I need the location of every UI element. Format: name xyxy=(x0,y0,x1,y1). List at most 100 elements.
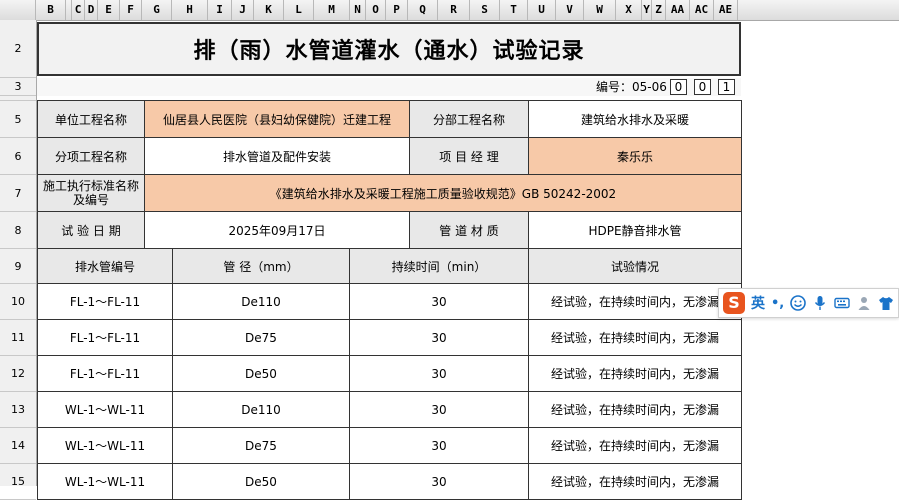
keyboard-icon[interactable] xyxy=(834,295,850,311)
column-header[interactable]: O xyxy=(366,0,386,20)
header-duration[interactable]: 持续时间（min） xyxy=(349,248,529,284)
diameter-cell[interactable]: De110 xyxy=(172,391,350,428)
column-header[interactable]: AA xyxy=(666,0,690,20)
header-pipe-no[interactable]: 排水管编号 xyxy=(37,248,173,284)
diameter-cell[interactable]: De50 xyxy=(172,463,350,500)
sub-project-value[interactable]: 建筑给水排水及采暖 xyxy=(528,100,742,138)
column-header[interactable]: L xyxy=(284,0,314,20)
material-value[interactable]: HDPE静音排水管 xyxy=(528,211,742,249)
item-project-value[interactable]: 排水管道及配件安装 xyxy=(144,137,410,175)
duration-cell[interactable]: 30 xyxy=(349,463,529,500)
row-header[interactable]: 13 xyxy=(0,392,36,428)
column-header[interactable]: B xyxy=(36,0,66,20)
column-header[interactable]: U xyxy=(528,0,556,20)
result-cell[interactable]: 经试验，在持续时间内，无渗漏 xyxy=(528,355,742,392)
column-header[interactable]: K xyxy=(254,0,284,20)
column-header[interactable]: P xyxy=(386,0,408,20)
manager-value[interactable]: 秦乐乐 xyxy=(528,137,742,175)
column-header[interactable]: I xyxy=(208,0,232,20)
manager-label[interactable]: 项 目 经 理 xyxy=(409,137,529,175)
row-header[interactable]: 12 xyxy=(0,356,36,392)
select-all-corner[interactable] xyxy=(0,0,36,20)
column-header[interactable]: V xyxy=(556,0,584,20)
duration-cell[interactable]: 30 xyxy=(349,355,529,392)
unit-project-label[interactable]: 单位工程名称 xyxy=(37,100,145,138)
row-header[interactable]: 3 xyxy=(0,78,36,96)
header-result[interactable]: 试验情况 xyxy=(528,248,742,284)
material-label[interactable]: 管 道 材 质 xyxy=(409,211,529,249)
column-header[interactable]: N xyxy=(350,0,366,20)
diameter-cell[interactable]: De50 xyxy=(172,355,350,392)
diameter-cell[interactable]: De110 xyxy=(172,283,350,320)
row-header[interactable]: 6 xyxy=(0,138,36,175)
result-cell[interactable]: 经试验，在持续时间内，无渗漏 xyxy=(528,427,742,464)
microphone-icon[interactable] xyxy=(812,295,828,311)
standard-value[interactable]: 《建筑给水排水及采暖工程施工质量验收规范》GB 50242-2002 xyxy=(144,174,742,212)
column-header[interactable]: Z xyxy=(652,0,666,20)
column-header[interactable]: Q xyxy=(408,0,438,20)
row-header[interactable]: 8 xyxy=(0,212,36,249)
header-diameter[interactable]: 管 径（mm） xyxy=(172,248,350,284)
pipe-no-cell[interactable]: WL-1～WL-11 xyxy=(37,391,173,428)
column-header[interactable]: T xyxy=(500,0,528,20)
item-project-label[interactable]: 分项工程名称 xyxy=(37,137,145,175)
date-value[interactable]: 2025年09月17日 xyxy=(144,211,410,249)
doc-number-digit[interactable]: 0 xyxy=(694,79,711,95)
column-header[interactable]: AE xyxy=(714,0,738,20)
pipe-no-cell[interactable]: FL-1～FL-11 xyxy=(37,283,173,320)
row-header[interactable]: 9 xyxy=(0,249,36,284)
row-header[interactable]: 14 xyxy=(0,428,36,464)
diameter-cell[interactable]: De75 xyxy=(172,427,350,464)
diameter-cell[interactable]: De75 xyxy=(172,319,350,356)
column-header[interactable]: M xyxy=(314,0,350,20)
row-header[interactable]: 2 xyxy=(0,20,36,78)
sub-project-label[interactable]: 分部工程名称 xyxy=(409,100,529,138)
user-icon[interactable] xyxy=(856,295,872,311)
unit-project-value[interactable]: 仙居县人民医院（县妇幼保健院）迁建工程 xyxy=(144,100,410,138)
duration-cell[interactable]: 30 xyxy=(349,391,529,428)
table-row: WL-1～WL-11 De75 30 经试验，在持续时间内，无渗漏 xyxy=(37,427,742,464)
emoji-icon[interactable] xyxy=(790,295,807,311)
column-header[interactable]: G xyxy=(142,0,172,20)
duration-cell[interactable]: 30 xyxy=(349,427,529,464)
row-header[interactable]: 15 xyxy=(0,464,36,500)
sogou-logo-icon[interactable]: S xyxy=(723,292,745,314)
row-header[interactable]: 11 xyxy=(0,320,36,356)
ime-punctuation-toggle[interactable]: •, xyxy=(771,296,784,311)
result-cell[interactable]: 经试验，在持续时间内，无渗漏 xyxy=(528,463,742,500)
column-header[interactable]: S xyxy=(470,0,500,20)
column-header[interactable]: J xyxy=(232,0,254,20)
skin-shirt-icon[interactable] xyxy=(878,295,894,311)
column-header[interactable]: F xyxy=(120,0,142,20)
column-header[interactable]: H xyxy=(172,0,208,20)
column-header[interactable]: D xyxy=(85,0,98,20)
column-header[interactable]: Y xyxy=(642,0,652,20)
duration-cell[interactable]: 30 xyxy=(349,319,529,356)
row-header[interactable]: 10 xyxy=(0,284,36,320)
doc-number-digit[interactable]: 1 xyxy=(718,79,735,95)
result-cell[interactable]: 经试验，在持续时间内，无渗漏 xyxy=(528,283,742,320)
standard-label[interactable]: 施工执行标准名称及编号 xyxy=(37,174,145,212)
column-header[interactable]: W xyxy=(584,0,616,20)
column-header[interactable]: R xyxy=(438,0,470,20)
doc-number-digit[interactable]: 0 xyxy=(670,79,687,95)
date-label[interactable]: 试 验 日 期 xyxy=(37,211,145,249)
table-row: WL-1～WL-11 De50 30 经试验，在持续时间内，无渗漏 xyxy=(37,463,742,500)
column-header[interactable]: AC xyxy=(690,0,714,20)
pipe-no-cell[interactable]: WL-1～WL-11 xyxy=(37,427,173,464)
column-header[interactable]: E xyxy=(98,0,120,20)
result-cell[interactable]: 经试验，在持续时间内，无渗漏 xyxy=(528,391,742,428)
ime-language-toggle[interactable]: 英 xyxy=(751,293,765,313)
row-header[interactable]: 7 xyxy=(0,175,36,212)
page-title[interactable]: 排（雨）水管道灌水（通水）试验记录 xyxy=(37,22,741,76)
ime-toolbar[interactable]: S 英 •, xyxy=(718,288,899,318)
pipe-no-cell[interactable]: WL-1～WL-11 xyxy=(37,463,173,500)
pipe-no-cell[interactable]: FL-1～FL-11 xyxy=(37,319,173,356)
pipe-no-cell[interactable]: FL-1～FL-11 xyxy=(37,355,173,392)
doc-number-label[interactable]: 编号：05-06 xyxy=(596,78,667,96)
result-cell[interactable]: 经试验，在持续时间内，无渗漏 xyxy=(528,319,742,356)
row-header[interactable]: 5 xyxy=(0,101,36,138)
column-header[interactable]: X xyxy=(616,0,642,20)
column-header[interactable]: C xyxy=(72,0,85,20)
duration-cell[interactable]: 30 xyxy=(349,283,529,320)
